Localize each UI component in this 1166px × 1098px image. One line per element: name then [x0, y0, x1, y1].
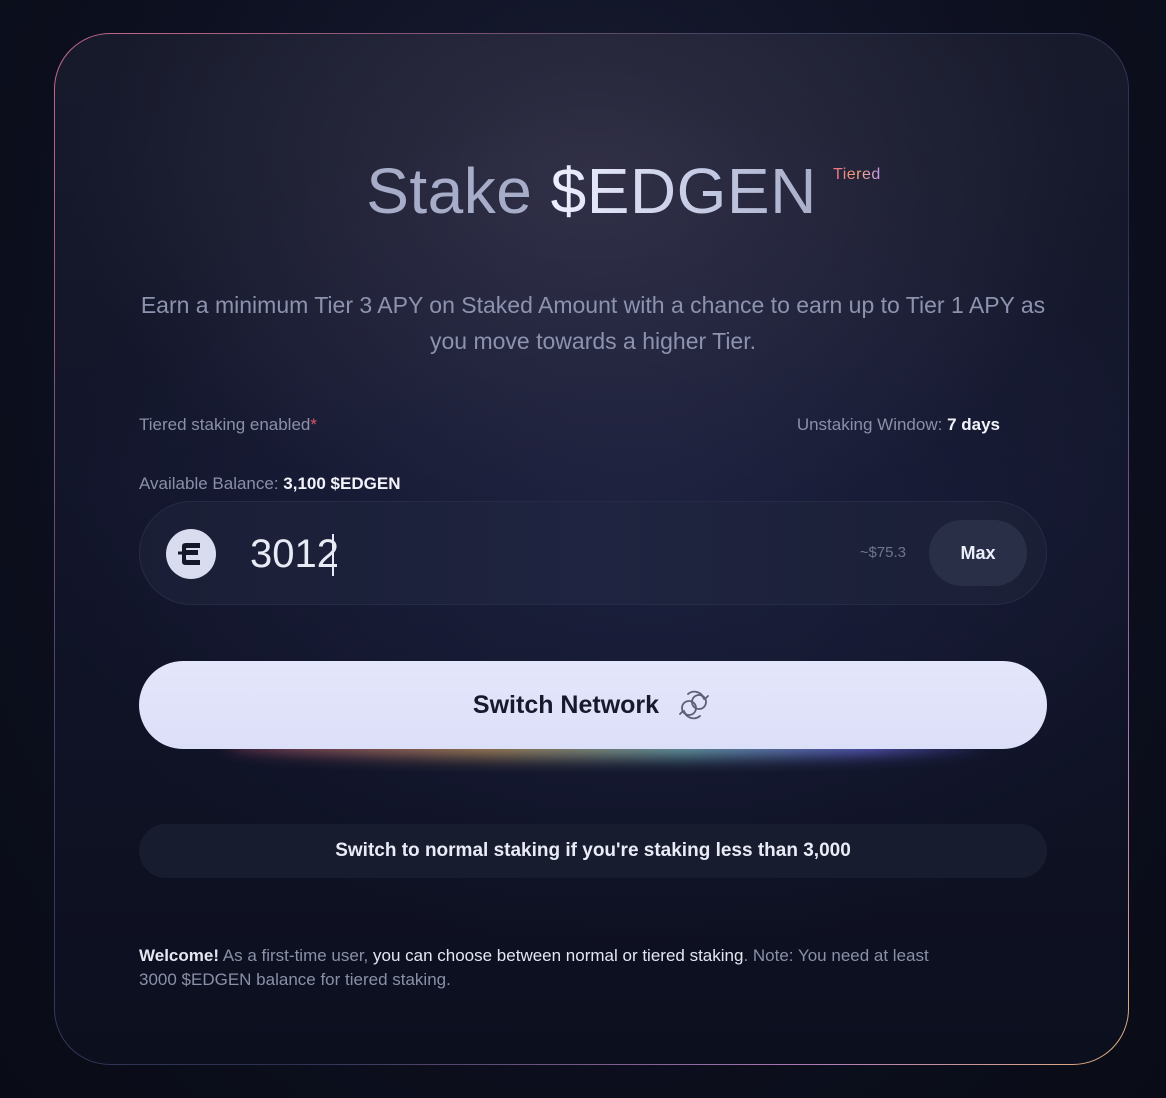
- unstaking-window: Unstaking Window: 7 days: [797, 415, 1000, 435]
- stake-card: Stake $EDGEN Tiered Earn a minimum Tier …: [55, 34, 1128, 1064]
- amount-input-box: ~$75.3 Max: [139, 501, 1047, 605]
- welcome-part2: you can choose between normal or tiered …: [373, 946, 744, 965]
- switch-network-button[interactable]: Switch Network: [139, 661, 1047, 749]
- switch-to-normal-staking-button[interactable]: Switch to normal staking if you're staki…: [139, 824, 1047, 878]
- available-balance-label: Available Balance:: [139, 474, 284, 493]
- stake-amount-input[interactable]: [250, 528, 810, 580]
- edgen-logo-glyph: [178, 543, 200, 565]
- page-title: Stake $EDGEN Tiered: [366, 154, 880, 228]
- usd-estimate: ~$75.3: [859, 544, 906, 561]
- available-balance-value: 3,100 $EDGEN: [283, 474, 401, 493]
- max-button[interactable]: Max: [929, 520, 1027, 586]
- title-token: $EDGEN: [550, 155, 817, 227]
- welcome-note: Welcome! As a first-time user, you can c…: [139, 944, 969, 992]
- unstaking-window-label: Unstaking Window:: [796, 415, 948, 434]
- tiered-badge: Tiered: [833, 166, 881, 183]
- switch-network-label: Switch Network: [472, 690, 660, 719]
- welcome-part1: As a first-time user,: [219, 946, 373, 965]
- unstaking-window-value: 7 days: [947, 415, 1000, 434]
- edgen-coin-icon: [166, 529, 216, 579]
- available-balance: Available Balance: 3,100 $EDGEN: [139, 474, 400, 494]
- welcome-bold: Welcome!: [139, 946, 219, 965]
- title-prefix: Stake: [366, 155, 551, 227]
- chain-link-icon: [679, 690, 709, 720]
- subtitle: Earn a minimum Tier 3 APY on Staked Amou…: [140, 292, 1046, 354]
- tiered-staking-status: Tiered staking enabled*: [139, 415, 317, 435]
- tiered-staking-label: Tiered staking enabled: [139, 415, 311, 434]
- page: Stake $EDGEN Tiered Earn a minimum Tier …: [0, 0, 1166, 1098]
- required-asterisk: *: [310, 415, 317, 434]
- stake-card-border: Stake $EDGEN Tiered Earn a minimum Tier …: [54, 33, 1129, 1065]
- text-caret: [332, 534, 334, 576]
- title-wrap: Stake $EDGEN Tiered: [55, 154, 1128, 228]
